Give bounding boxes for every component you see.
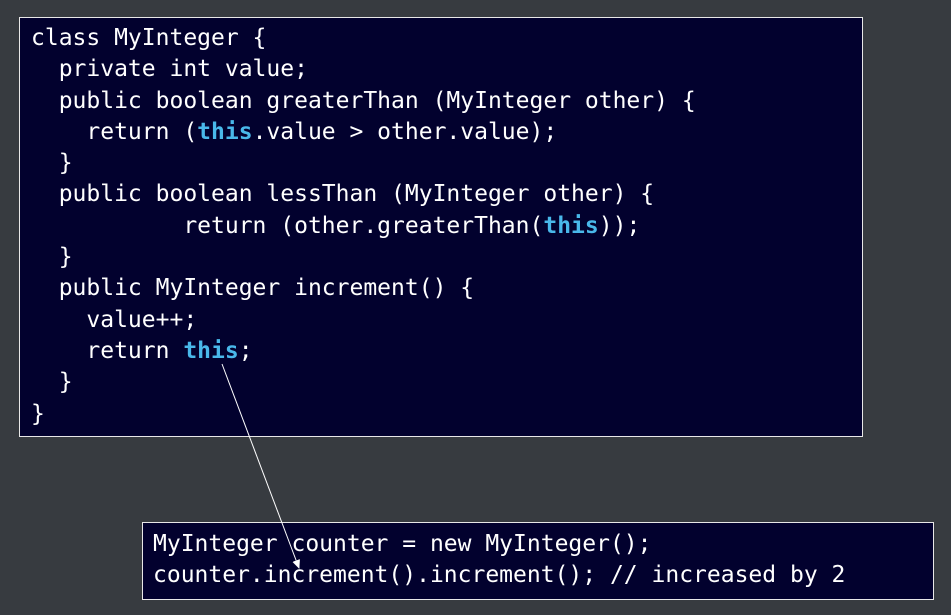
code-text: return (other.greaterThan(: [31, 212, 544, 239]
code-line-6: public boolean lessThan (MyInteger other…: [31, 181, 655, 208]
this-keyword-return: this: [183, 337, 239, 364]
usage-code-block: MyInteger counter = new MyInteger(); cou…: [142, 522, 934, 600]
code-line-9: public MyInteger increment() {: [31, 275, 475, 302]
code-line-12: }: [31, 369, 73, 396]
code-line-13: }: [31, 400, 45, 427]
code-line-10: value++;: [31, 306, 198, 333]
this-keyword: this: [197, 118, 253, 145]
code-line-11: return this;: [31, 336, 862, 367]
code-text: ));: [598, 212, 641, 239]
code-text: return: [31, 337, 184, 364]
code-text: ;: [238, 337, 253, 364]
code-line-3: public boolean greaterThan (MyInteger ot…: [31, 87, 696, 114]
class-code-block: class MyInteger { private int value; pub…: [19, 17, 863, 437]
code-line-4: return (this.value > other.value);: [31, 117, 862, 148]
usage-line-1: MyInteger counter = new MyInteger();: [153, 531, 652, 557]
code-text: .value > other.value);: [252, 118, 558, 145]
code-line-8: }: [31, 244, 73, 271]
usage-line-2: counter.increment().increment(); // incr…: [153, 561, 846, 588]
code-line-1: class MyInteger {: [31, 25, 267, 51]
code-text: return (: [31, 118, 198, 145]
code-line-5: }: [31, 150, 73, 177]
code-line-2: private int value;: [31, 56, 308, 83]
this-keyword: this: [543, 212, 599, 239]
code-line-7: return (other.greaterThan(this));: [31, 211, 862, 242]
